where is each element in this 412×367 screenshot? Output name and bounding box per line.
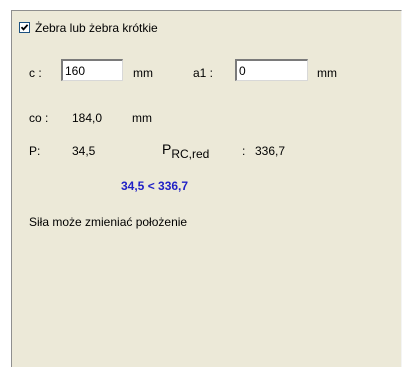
c-input[interactable] bbox=[61, 59, 123, 81]
a1-input[interactable] bbox=[235, 59, 308, 81]
a1-unit: mm bbox=[317, 66, 337, 80]
p-value: 34,5 bbox=[72, 144, 96, 158]
prc-symbol: PRC,red bbox=[162, 141, 209, 160]
c-unit: mm bbox=[133, 66, 153, 80]
prc-colon: : bbox=[242, 144, 246, 158]
checkmark-icon bbox=[20, 24, 29, 31]
prc-letter: P bbox=[162, 141, 172, 157]
prc-subscript: RC,red bbox=[171, 147, 210, 161]
co-value: 184,0 bbox=[72, 111, 103, 125]
comparison-result: 34,5 < 336,7 bbox=[121, 179, 189, 193]
c-label: c : bbox=[29, 66, 42, 80]
ribs-checkbox-label[interactable]: Żebra lub żebra krótkie bbox=[35, 21, 158, 35]
a1-label: a1 : bbox=[193, 66, 214, 80]
ribs-checkbox[interactable] bbox=[19, 22, 30, 33]
co-unit: mm bbox=[132, 111, 152, 125]
co-label: co : bbox=[29, 111, 49, 125]
prc-value: 336,7 bbox=[255, 144, 286, 158]
p-label: P: bbox=[29, 144, 41, 158]
status-message: Siła może zmieniać położenie bbox=[29, 215, 188, 229]
